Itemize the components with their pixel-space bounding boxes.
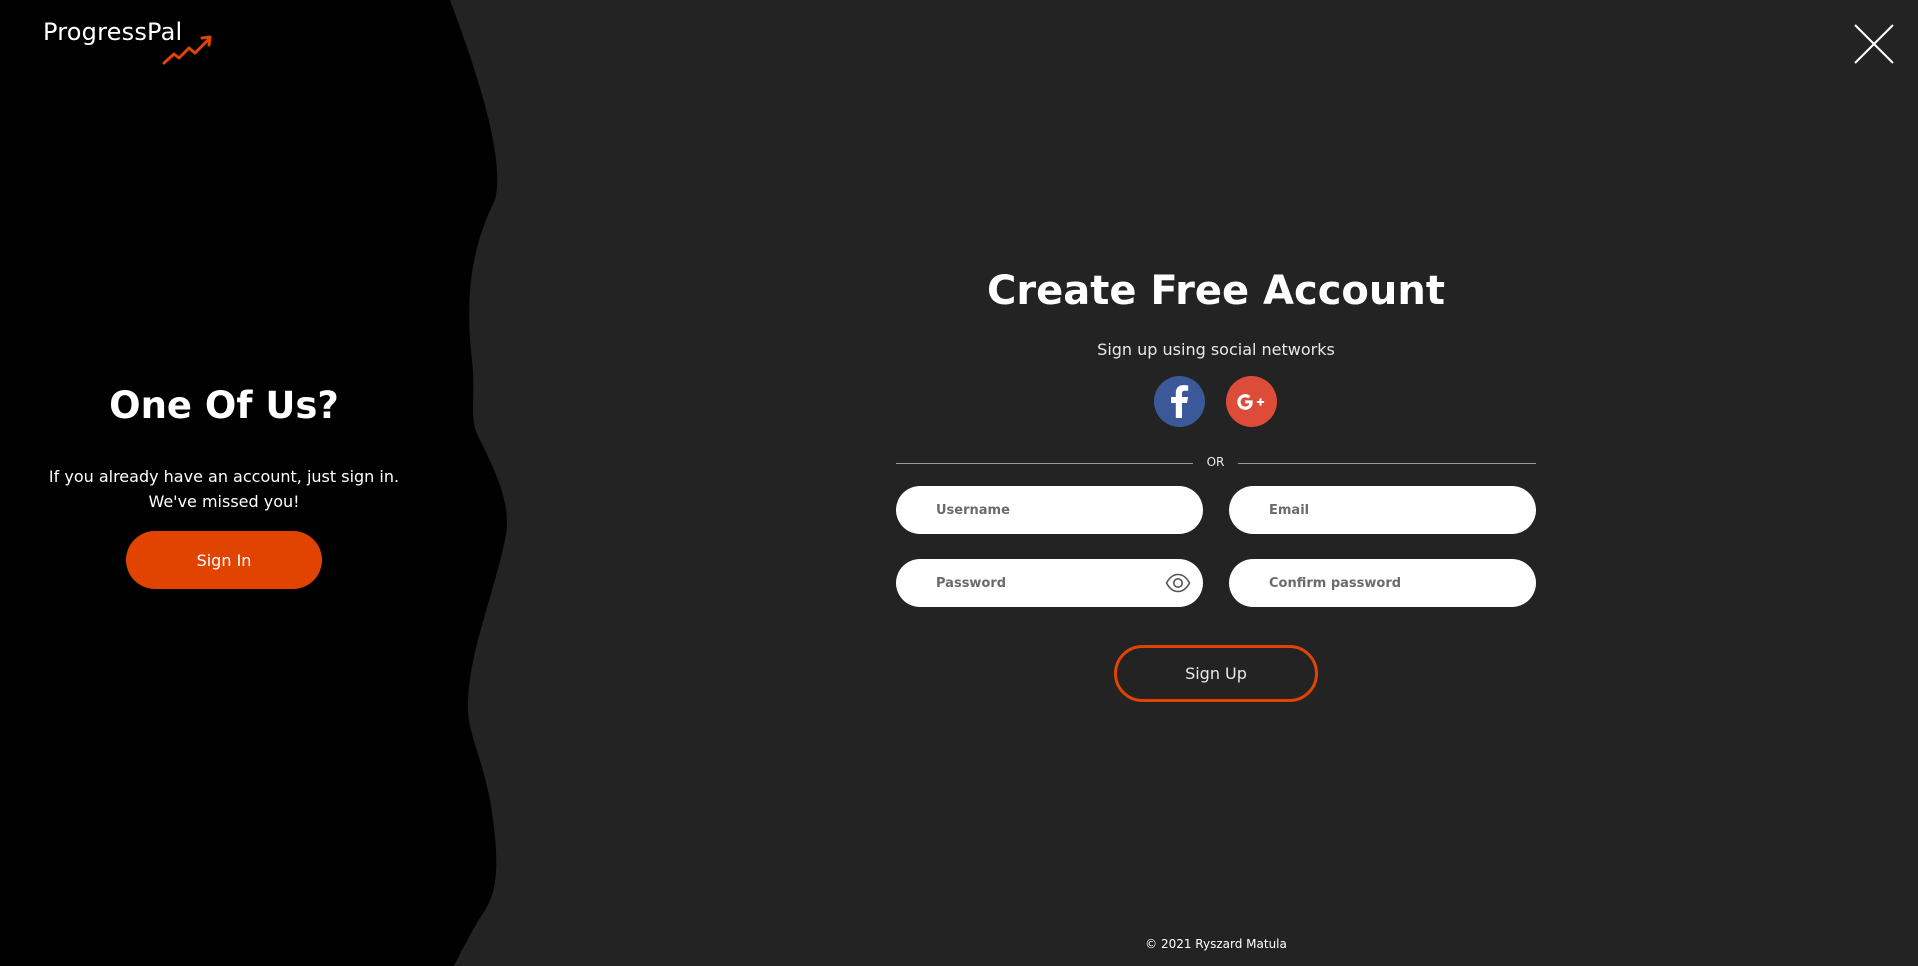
or-divider: OR — [896, 455, 1536, 471]
confirm-password-input[interactable] — [1229, 559, 1536, 607]
username-input[interactable] — [896, 486, 1203, 534]
close-icon[interactable] — [1853, 23, 1895, 65]
password-input[interactable] — [896, 559, 1203, 607]
google-plus-button[interactable] — [1226, 376, 1277, 427]
eye-icon[interactable] — [1165, 571, 1191, 595]
signup-page: ProgressPal One Of Us? If you already ha… — [0, 0, 1918, 966]
password-field-wrapper — [896, 559, 1203, 607]
facebook-button[interactable] — [1154, 376, 1205, 427]
signup-heading: Create Free Account — [987, 268, 1445, 314]
divider-line-left — [896, 463, 1193, 464]
signin-description: If you already have an account, just sig… — [48, 467, 400, 511]
footer-copyright: © 2021 Ryszard Matula — [1145, 937, 1287, 951]
signin-heading: One Of Us? — [109, 384, 339, 427]
social-buttons — [896, 376, 1536, 428]
confirm-password-field-wrapper — [1229, 559, 1536, 607]
signin-button[interactable]: Sign In — [126, 531, 322, 589]
signup-form: Create Free Account Sign up using social… — [896, 0, 1536, 966]
username-field-wrapper — [896, 486, 1203, 534]
social-signup-label: Sign up using social networks — [1097, 340, 1335, 359]
google-plus-icon — [1237, 394, 1265, 410]
signup-button[interactable]: Sign Up — [1114, 645, 1318, 702]
email-field-wrapper — [1229, 486, 1536, 534]
facebook-icon — [1171, 385, 1189, 418]
divider-line-right — [1238, 463, 1536, 464]
signin-panel: One Of Us? If you already have an accoun… — [0, 0, 448, 966]
divider-text: OR — [1206, 455, 1225, 469]
email-input[interactable] — [1229, 486, 1536, 534]
